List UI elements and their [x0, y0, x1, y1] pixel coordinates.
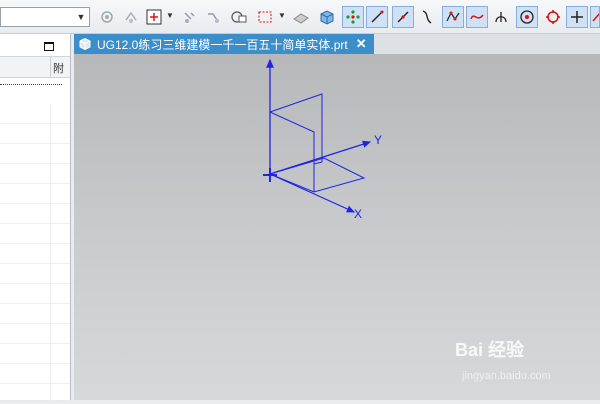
table-row[interactable] [0, 164, 70, 184]
move-icon[interactable] [120, 6, 142, 28]
tree-root-line [0, 78, 62, 85]
table-row[interactable] [0, 264, 70, 284]
chevron-down-icon[interactable]: ▼ [278, 11, 286, 20]
snap-point-icon[interactable] [143, 6, 165, 28]
extra-icon[interactable] [590, 6, 600, 28]
table-row[interactable] [0, 364, 70, 384]
watermark-url: jingyan.baidu.com [462, 370, 551, 382]
part-file-icon [79, 37, 91, 51]
chevron-down-icon[interactable]: ▼ [166, 11, 174, 20]
tab-label: UG12.0练习三维建模一千一百五十简单实体.prt [97, 37, 348, 52]
table-row[interactable] [0, 204, 70, 224]
watermark-logo: Bai 经验 [455, 340, 525, 360]
table-row[interactable] [0, 144, 70, 164]
tab-document[interactable]: UG12.0练习三维建模一千一百五十简单实体.prt ✕ [74, 34, 374, 54]
column-header-row: 附 [0, 57, 70, 78]
table-row[interactable] [0, 304, 70, 324]
selection-filter-combo[interactable]: ▼ [0, 7, 90, 27]
chevron-down-icon: ▼ [76, 12, 86, 22]
part-navigator-panel: 附 [0, 34, 71, 404]
navigator-rows [0, 104, 70, 404]
main-toolbar: ▼ ▼ ▼ [0, 0, 600, 34]
line-selected-icon[interactable] [392, 6, 414, 28]
table-row[interactable] [0, 244, 70, 264]
show-hide-icon[interactable] [178, 6, 200, 28]
hide-icon[interactable] [202, 6, 224, 28]
document-tab-bar: UG12.0练习三维建模一千一百五十简单实体.prt ✕ [74, 34, 600, 54]
table-row[interactable] [0, 284, 70, 304]
assembly-icon[interactable] [96, 6, 118, 28]
x-axis [269, 173, 356, 213]
rectangle-select-icon[interactable] [254, 6, 276, 28]
point-snap-icon[interactable] [342, 6, 364, 28]
table-row[interactable] [0, 124, 70, 144]
tangent-icon[interactable] [490, 6, 512, 28]
quadrant-icon[interactable] [542, 6, 564, 28]
select-body-icon[interactable] [228, 6, 250, 28]
table-row[interactable] [0, 104, 70, 124]
y-axis-label: Y [374, 133, 382, 147]
curve-icon[interactable] [466, 6, 488, 28]
table-row[interactable] [0, 224, 70, 244]
shaded-view-icon[interactable] [290, 6, 312, 28]
arc-icon[interactable] [416, 6, 438, 28]
spline-icon[interactable] [442, 6, 464, 28]
line-icon[interactable] [366, 6, 388, 28]
x-axis-label: X [354, 207, 362, 221]
column-divider[interactable] [50, 57, 51, 77]
table-row[interactable] [0, 344, 70, 364]
column-header-2[interactable]: 附 [53, 60, 64, 76]
solid-view-icon[interactable] [316, 6, 338, 28]
cross-icon[interactable] [566, 6, 588, 28]
maximize-icon[interactable] [44, 42, 54, 51]
close-icon[interactable]: ✕ [356, 36, 367, 52]
panel-header [0, 34, 70, 57]
table-row[interactable] [0, 384, 70, 404]
table-row[interactable] [0, 184, 70, 204]
origin-cross-icon [263, 168, 277, 182]
table-row[interactable] [0, 324, 70, 344]
circle-center-icon[interactable] [516, 6, 538, 28]
